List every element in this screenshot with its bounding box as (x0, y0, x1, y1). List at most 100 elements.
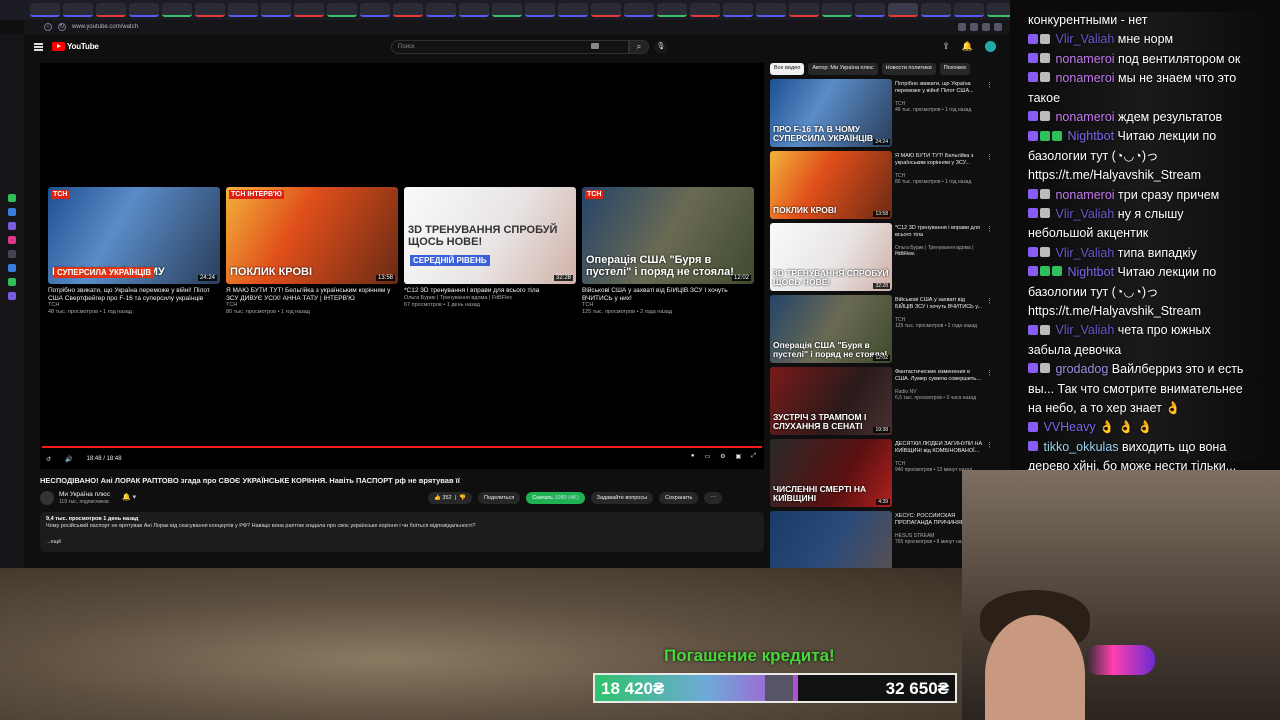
more-options-icon[interactable]: ⋮ (986, 441, 993, 449)
browser-tab[interactable] (723, 3, 753, 17)
extension-icon[interactable] (958, 23, 966, 31)
browser-tab[interactable] (426, 3, 456, 17)
endcard-title[interactable]: *С12 3D тренування і вправи для всього т… (404, 287, 576, 295)
related-video[interactable]: ПОКЛИК КРОВІ 13:58 Я МАЮ БУТИ ТУТ! Бельгій… (770, 151, 993, 223)
progress-bar[interactable] (42, 446, 762, 448)
browser-tab[interactable] (855, 3, 885, 17)
endcard[interactable]: ТСН Операція США "Буря в пустелі" і поряд… (582, 187, 754, 316)
extension-icon[interactable] (994, 23, 1002, 31)
browser-tab[interactable] (393, 3, 423, 17)
dock-app-icon[interactable] (8, 264, 16, 272)
more-options-icon[interactable]: ⋮ (986, 81, 993, 89)
browser-tab[interactable] (294, 3, 324, 17)
browser-tab[interactable] (261, 3, 291, 17)
ask-button[interactable]: Задавайте вопросы (590, 492, 654, 504)
browser-tab[interactable] (822, 3, 852, 17)
browser-tab[interactable] (195, 3, 225, 17)
search-button[interactable]: ⌕ (629, 40, 649, 54)
subscribe-bell-icon[interactable]: 🔔 ▾ (122, 493, 136, 501)
related-video[interactable]: ЧИСЛЕННІ СМЕРТІ НА КИЇВЩИНІ 4:39 ДЕСЯТКИ Л… (770, 439, 993, 511)
related-video[interactable]: ПРО F-16 ТА В ЧОМУ СУПЕРСИЛА УКРАЇНЦІВ 24… (770, 79, 993, 151)
chip-2[interactable]: Новости политики (881, 63, 936, 75)
endcard[interactable]: ТСНПРО F-16 ТА В ЧОМУСУПЕРСИЛА УКРАЇНЦІВ… (48, 187, 220, 316)
more-options-icon[interactable]: ⋮ (986, 297, 993, 305)
voice-search-button[interactable]: 🎙 (654, 40, 668, 54)
related-video[interactable]: ЗУСТРІЧ З ТРАМПОМ І СЛУХАННЯ В СЕНАТІ 19:… (770, 367, 993, 439)
extension-icon[interactable] (970, 23, 978, 31)
browser-tab[interactable] (756, 3, 786, 17)
browser-tab[interactable] (459, 3, 489, 17)
browser-tab[interactable] (30, 3, 60, 17)
related-thumbnail[interactable]: ПОКЛИК КРОВІ 13:58 (770, 151, 892, 219)
reload-icon[interactable]: ↻ (58, 23, 66, 31)
related-thumbnail[interactable]: Операція США "Буря в пустелі" і поряд не… (770, 295, 892, 363)
related-video[interactable]: 3D ТРЕНУВАННЯ СПРОБУЙ ЩОСЬ НОВЕ! 32:28 *С1… (770, 223, 993, 295)
dock-app-icon[interactable] (8, 236, 16, 244)
endcard-title[interactable]: Я МАЮ БУТИ ТУТ! Бельгійка з українським … (226, 287, 398, 302)
settings-icon[interactable]: ⚙ (720, 453, 725, 460)
dock-app-icon[interactable] (8, 292, 16, 300)
endcard-thumbnail[interactable]: ТСНПРО F-16 ТА В ЧОМУСУПЕРСИЛА УКРАЇНЦІВ… (48, 187, 220, 284)
chip-0[interactable]: Все видео (770, 63, 805, 75)
browser-tab[interactable] (228, 3, 258, 17)
related-thumbnail[interactable] (770, 511, 892, 568)
download-button[interactable]: Скачать 1080 (4K) (526, 492, 585, 504)
related-title[interactable]: ДЕСЯТКИ ЛЮДЕЙ ЗАГИНУЛИ НА КИЇВЩИНІ від К… (895, 441, 983, 454)
dock-app-icon[interactable] (8, 278, 16, 286)
browser-tab[interactable] (129, 3, 159, 17)
browser-tab[interactable] (327, 3, 357, 17)
upload-icon[interactable]: ⇪ (942, 41, 950, 52)
autoplay-icon[interactable]: ● (691, 453, 695, 460)
endcard[interactable]: 3D ТРЕНУВАННЯ СПРОБУЙ ЩОСЬ НОВЕ! СЕРЕДНІЙ… (404, 187, 576, 316)
endcard-title[interactable]: Потрібно звикати, що Україна переможе у … (48, 287, 220, 302)
browser-tab[interactable] (162, 3, 192, 17)
related-thumbnail[interactable]: 3D ТРЕНУВАННЯ СПРОБУЙ ЩОСЬ НОВЕ! 32:28 (770, 223, 892, 291)
browser-tab[interactable] (96, 3, 126, 17)
more-options-icon[interactable]: ⋮ (986, 369, 993, 377)
browser-tab[interactable] (888, 3, 918, 17)
browser-tab[interactable] (63, 3, 93, 17)
share-button[interactable]: Поделиться (477, 492, 521, 504)
address-bar[interactable]: ‹ ↻ www.youtube.com/watch (24, 20, 1010, 34)
youtube-logo[interactable]: YouTube (52, 42, 99, 51)
browser-tab[interactable] (525, 3, 555, 17)
endcard[interactable]: ТСН ІНТЕРВ'Ю ПОКЛИК КРОВІ 13:58 Я МАЮ БУТИ … (226, 187, 398, 316)
browser-tab[interactable] (492, 3, 522, 17)
browser-tab[interactable] (591, 3, 621, 17)
endcard-thumbnail[interactable]: ТСН ІНТЕРВ'Ю ПОКЛИК КРОВІ 13:58 (226, 187, 398, 284)
browser-tab[interactable] (789, 3, 819, 17)
endcard-thumbnail[interactable]: 3D ТРЕНУВАННЯ СПРОБУЙ ЩОСЬ НОВЕ! СЕРЕДНІЙ… (404, 187, 576, 284)
browser-tab[interactable] (954, 3, 984, 17)
endcard-title[interactable]: Військові США у захваті від БІЙЦІВ ЗСУ І… (582, 287, 754, 302)
fullscreen-icon[interactable]: ⤢ (751, 453, 756, 460)
keyboard-icon[interactable] (591, 43, 599, 49)
notifications-icon[interactable]: 🔔 (962, 41, 973, 52)
related-title[interactable]: Військові США у захваті від БІЙЦІВ ЗСУ і… (895, 297, 983, 310)
video-description[interactable]: 9,4 тыс. просмотров 1 день назад Чому ро… (40, 512, 764, 552)
dock-app-icon[interactable] (8, 250, 16, 258)
chip-1[interactable]: Автор: Ми Україна плюс (808, 63, 878, 75)
related-title[interactable]: Я МАЮ БУТИ ТУТ! Бельгійка з українським … (895, 153, 983, 166)
browser-tab[interactable] (558, 3, 588, 17)
back-icon[interactable]: ‹ (44, 23, 52, 31)
related-title[interactable]: Потрібно звикати, що Україна переможе у … (895, 81, 983, 94)
browser-tab[interactable] (360, 3, 390, 17)
dock-app-icon[interactable] (8, 194, 16, 202)
volume-icon[interactable]: 🔊 (65, 456, 72, 463)
browser-tab[interactable] (921, 3, 951, 17)
more-actions-button[interactable]: ⋯ (704, 492, 722, 504)
extension-icon[interactable] (982, 23, 990, 31)
dock-app-icon[interactable] (8, 208, 16, 216)
video-player[interactable]: ТСНПРО F-16 ТА В ЧОМУСУПЕРСИЛА УКРАЇНЦІВ… (40, 63, 764, 469)
menu-icon[interactable] (34, 43, 43, 51)
account-avatar[interactable] (985, 41, 996, 52)
like-button[interactable]: 👍 352 | 👎 (428, 492, 472, 504)
related-title[interactable]: *С12 3D тренування і вправи для всього т… (895, 225, 983, 238)
related-thumbnail[interactable]: ЧИСЛЕННІ СМЕРТІ НА КИЇВЩИНІ 4:39 (770, 439, 892, 507)
subtitles-icon[interactable]: ▭ (704, 453, 710, 460)
related-thumbnail[interactable]: ЗУСТРІЧ З ТРАМПОМ І СЛУХАННЯ В СЕНАТІ 19:… (770, 367, 892, 435)
browser-tab[interactable] (657, 3, 687, 17)
related-video[interactable]: Операція США "Буря в пустелі" і поряд не… (770, 295, 993, 367)
related-video[interactable]: ХЕСУС: РОССИЙСКАЯ ПРОПАГАНДА ПРИЧИНЯЕТ..… (770, 511, 993, 568)
description-more[interactable]: ...ещё (46, 539, 758, 546)
